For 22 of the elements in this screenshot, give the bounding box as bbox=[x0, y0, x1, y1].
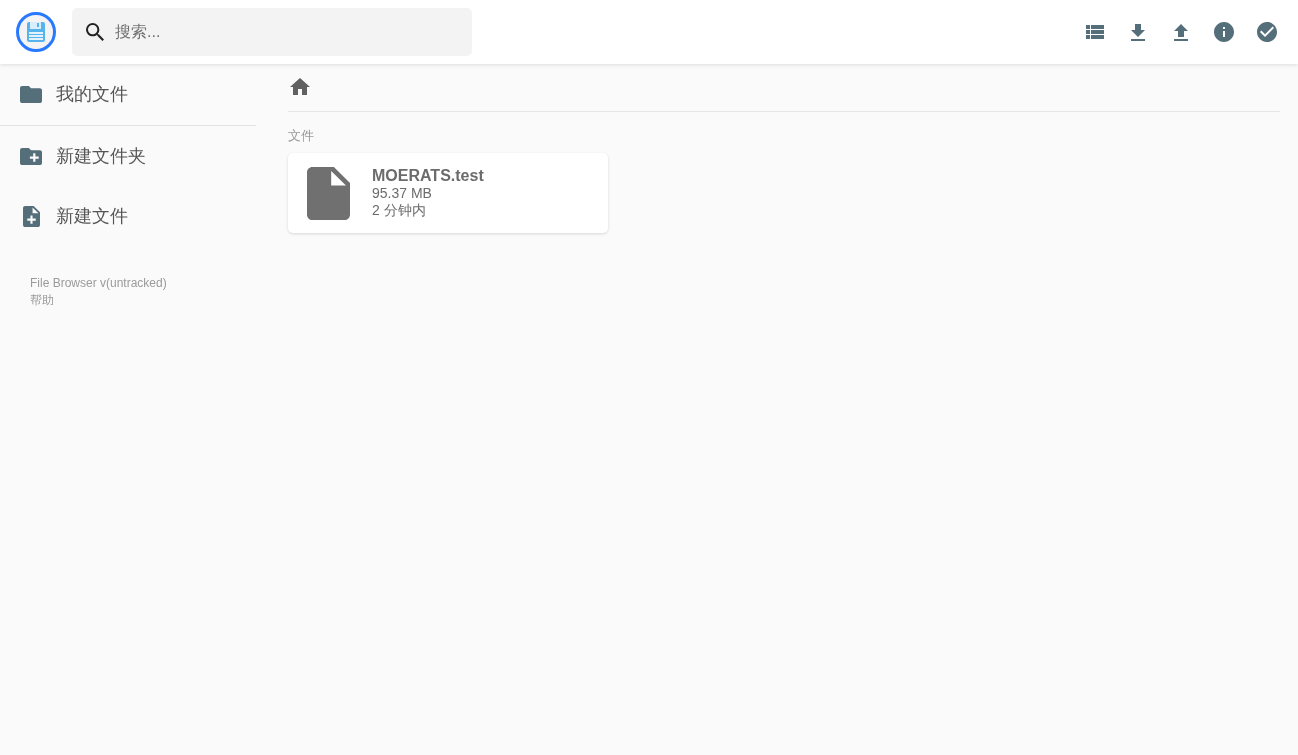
file-modified: 2 分钟内 bbox=[372, 202, 426, 219]
sidebar-item[interactable]: 新建文件夹 bbox=[0, 126, 256, 186]
info-icon bbox=[1213, 22, 1234, 42]
folder-plus-icon bbox=[20, 147, 42, 165]
sidebar-item[interactable]: 新建文件 bbox=[0, 186, 256, 246]
download-icon bbox=[1130, 23, 1145, 41]
upload-icon bbox=[1173, 23, 1188, 41]
floppy-disk-logo-icon bbox=[16, 12, 56, 52]
home-icon bbox=[290, 77, 310, 95]
file-name: MOERATS.test bbox=[372, 167, 484, 185]
file-card[interactable]: MOERATS.test 95.37 MB 2 分钟内 bbox=[288, 153, 608, 233]
file-plus-icon bbox=[22, 205, 40, 227]
file-size: 95.37 MB bbox=[372, 185, 432, 202]
view-list-icon bbox=[1085, 25, 1104, 39]
version-text: File Browser v(untracked) bbox=[30, 275, 167, 292]
folder-icon bbox=[20, 85, 42, 103]
file-icon bbox=[307, 166, 350, 220]
sidebar-item[interactable]: 我的文件 bbox=[0, 64, 256, 124]
home-button[interactable] bbox=[290, 77, 310, 95]
search-icon bbox=[86, 23, 104, 41]
search-field[interactable]: 搜索... bbox=[72, 8, 472, 56]
section-heading: 文件 bbox=[288, 128, 314, 144]
